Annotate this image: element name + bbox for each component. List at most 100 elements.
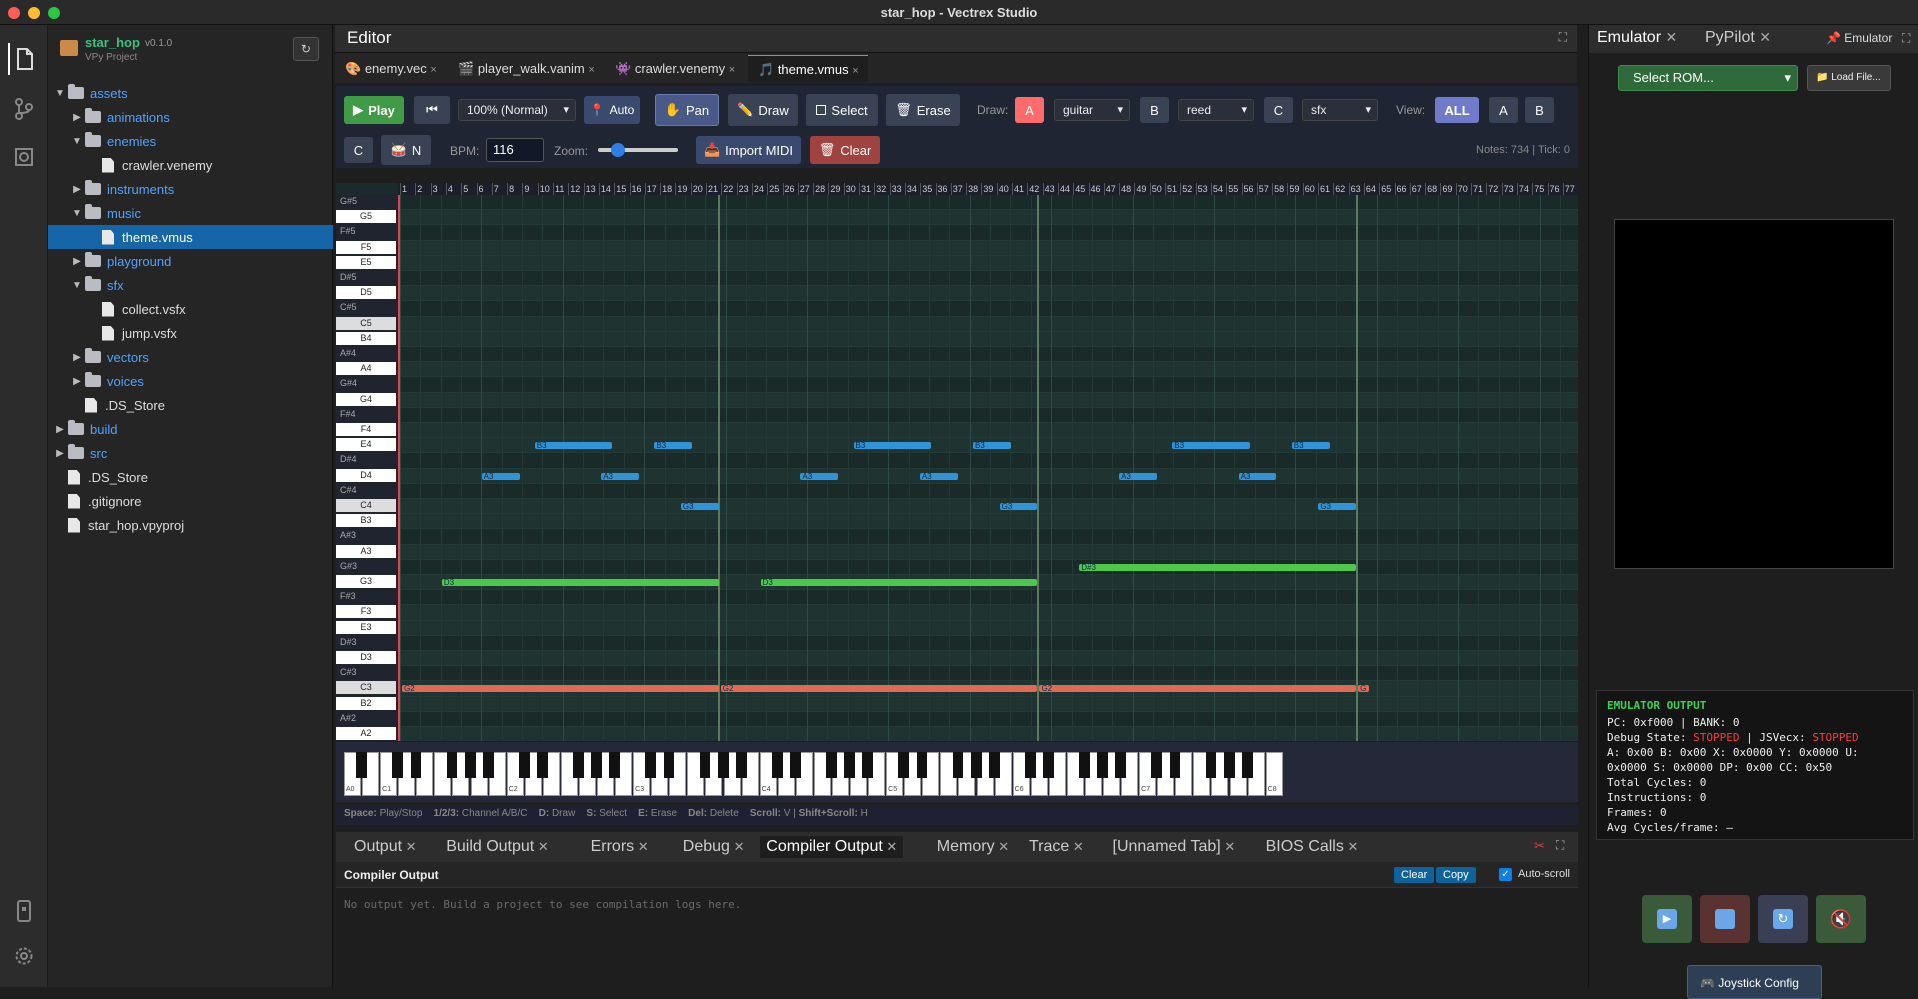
bottom-tab[interactable]: Memory ✕ xyxy=(931,836,1015,858)
note-block[interactable]: A3 xyxy=(481,472,520,480)
play-button[interactable]: ▶ Play xyxy=(344,96,404,124)
note-block[interactable]: B3 xyxy=(1172,442,1250,450)
clear-notes-button[interactable]: 🗑 Clear xyxy=(810,136,880,164)
piano-keyboard[interactable]: A0 C1 C2 C3 C4 C5 C6 C7 C8 xyxy=(344,752,1490,798)
tree-file[interactable]: collect.vsfx xyxy=(48,297,333,321)
autoscroll-checkbox[interactable]: ✓ xyxy=(1499,868,1512,881)
note-block[interactable]: D#3 xyxy=(1079,563,1357,571)
black-key[interactable] xyxy=(1024,752,1036,778)
minimize-window-button[interactable] xyxy=(28,7,40,19)
black-key[interactable] xyxy=(464,752,476,778)
mute-button[interactable]: 🔇 xyxy=(1816,895,1866,943)
black-key[interactable] xyxy=(1115,752,1127,778)
black-key[interactable] xyxy=(790,752,801,778)
note-block[interactable]: G3 xyxy=(999,503,1038,510)
close-icon[interactable]: ✕ xyxy=(634,839,649,854)
black-key[interactable] xyxy=(573,752,584,778)
bottom-tab[interactable]: Build Output ✕ xyxy=(440,836,555,858)
note-grid[interactable]: B3 B3 A3 A3 G3 B3 B3 A3 A3 G3 B3 B3 A3 A3 G3 D3 D3 D#3 G2 G… xyxy=(398,195,1578,741)
channel-a-instrument-select[interactable]: guitar xyxy=(1054,99,1130,121)
tree-folder[interactable]: ▼ sfx xyxy=(48,273,333,297)
black-key[interactable] xyxy=(988,752,1000,778)
note-block[interactable]: D3 xyxy=(441,579,719,586)
black-key[interactable] xyxy=(518,752,530,778)
run-button[interactable]: ▶ xyxy=(1642,895,1692,943)
maximize-icon[interactable]: ⛶ xyxy=(1559,30,1567,45)
tab-theme-vmus[interactable]: 🎵 theme.vmus × xyxy=(748,55,868,82)
note-block[interactable]: A3 xyxy=(800,472,839,480)
close-icon[interactable]: ✕ xyxy=(1069,839,1084,854)
close-icon[interactable]: × xyxy=(430,64,436,76)
zoom-slider[interactable] xyxy=(598,143,678,157)
note-block[interactable]: B3 xyxy=(1291,442,1330,450)
joystick-config-button[interactable]: 🎮 Joystick Config xyxy=(1687,965,1822,999)
black-key[interactable] xyxy=(410,752,422,778)
black-key[interactable] xyxy=(663,752,675,778)
note-block[interactable]: G3 xyxy=(680,503,719,510)
tab-pypilot[interactable]: PyPilot ✕ xyxy=(1705,29,1771,47)
black-key[interactable] xyxy=(735,752,747,778)
extensions-icon[interactable] xyxy=(8,141,40,173)
tree-folder[interactable]: ▶ build xyxy=(48,417,333,441)
close-icon[interactable]: × xyxy=(729,64,735,76)
erase-tool-button[interactable]: 🗑 Erase xyxy=(886,94,960,126)
note-block[interactable]: B3 xyxy=(973,442,1011,450)
view-b-button[interactable]: B xyxy=(1525,97,1554,123)
black-key[interactable] xyxy=(717,752,729,778)
bottom-tab[interactable]: [Unnamed Tab] ✕ xyxy=(1107,836,1242,858)
tree-file[interactable]: theme.vmus xyxy=(48,225,333,249)
settings-gear-icon[interactable] xyxy=(8,940,40,972)
bottom-tab[interactable]: Compiler Output ✕ xyxy=(760,836,904,858)
tree-folder[interactable]: ▶ playground xyxy=(48,249,333,273)
black-key[interactable] xyxy=(826,752,837,778)
tree-folder[interactable]: ▶ animations xyxy=(48,105,333,129)
select-tool-button[interactable]: Select xyxy=(806,94,878,126)
tree-folder[interactable]: ▶ instruments xyxy=(48,177,333,201)
piano-roll[interactable]: 1 2 3 4 5 6 7 8 9 10 11 12 13 14 15 16 17 18 19 20 21 22 23 24 2… xyxy=(336,183,1578,741)
black-key[interactable] xyxy=(1097,752,1109,778)
close-icon[interactable]: ✕ xyxy=(1759,29,1771,45)
rom-select[interactable]: Select ROM... ▾ xyxy=(1618,65,1798,91)
note-block[interactable]: G2 xyxy=(1039,685,1357,693)
bottom-tab[interactable]: Output ✕ xyxy=(348,836,423,858)
auto-button[interactable]: 📍 Auto xyxy=(584,96,640,124)
black-key[interactable] xyxy=(898,752,910,778)
view-c-button[interactable]: C xyxy=(344,137,373,163)
emulator-screen[interactable] xyxy=(1614,219,1894,569)
tab-enemy-vec[interactable]: 🎨 enemy.vec × xyxy=(335,55,448,82)
draw-tool-button[interactable]: ✏️ Draw xyxy=(728,94,798,126)
view-a-button[interactable]: A xyxy=(1489,97,1518,123)
tree-file[interactable]: star_hop.vpyproj xyxy=(48,513,333,537)
note-block[interactable]: A3 xyxy=(1238,472,1277,480)
bottom-tab[interactable]: Debug ✕ xyxy=(677,836,751,858)
close-icon[interactable]: × xyxy=(852,65,858,77)
tree-file[interactable]: .DS_Store xyxy=(48,465,333,489)
channel-c-instrument-select[interactable]: sfx xyxy=(1302,99,1378,121)
note-block[interactable]: B3 xyxy=(853,442,932,450)
note-block[interactable]: A3 xyxy=(919,472,958,480)
tree-file[interactable]: jump.vsfx xyxy=(48,321,333,345)
tab-emulator[interactable]: Emulator ✕ xyxy=(1597,29,1677,47)
stop-button[interactable] xyxy=(1700,895,1750,943)
black-key[interactable] xyxy=(356,752,368,778)
black-key[interactable] xyxy=(699,752,711,778)
import-midi-button[interactable]: 📥 Import MIDI xyxy=(696,136,801,164)
black-key[interactable] xyxy=(1223,752,1235,778)
note-block[interactable]: G2 xyxy=(720,685,1038,693)
close-icon[interactable]: ✕ xyxy=(883,839,897,854)
bpm-input[interactable]: 116 xyxy=(486,138,544,162)
black-key[interactable] xyxy=(482,752,494,778)
zoom-window-button[interactable] xyxy=(48,7,60,19)
close-icon[interactable]: ✕ xyxy=(1344,839,1358,854)
black-key[interactable] xyxy=(1151,752,1163,778)
black-key[interactable] xyxy=(771,752,783,778)
note-block[interactable]: D3 xyxy=(760,579,1038,586)
copy-output-button[interactable]: Copy xyxy=(1436,867,1476,883)
zoom-slider-thumb[interactable] xyxy=(611,143,625,157)
pin-emulator[interactable]: 📌 Emulator xyxy=(1826,31,1892,45)
tree-folder[interactable]: ▶ voices xyxy=(48,369,333,393)
black-key[interactable] xyxy=(916,752,928,778)
close-window-button[interactable] xyxy=(8,7,20,19)
close-icon[interactable]: ✕ xyxy=(1665,29,1677,45)
tree-folder[interactable]: ▶ src xyxy=(48,441,333,465)
